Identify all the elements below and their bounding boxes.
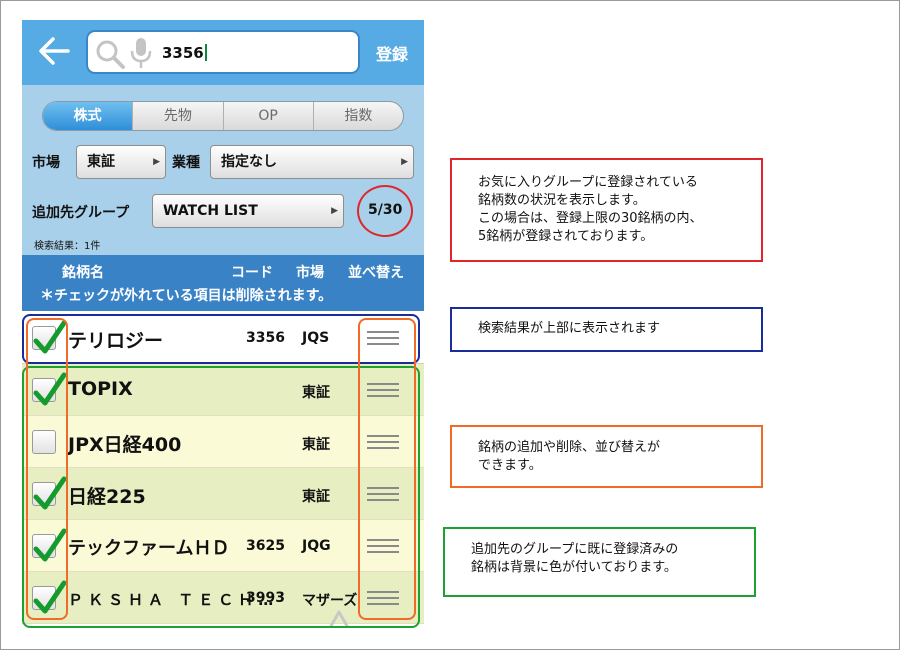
stock-name: TOPIX: [68, 378, 133, 400]
group-dropdown[interactable]: WATCH LIST ▶: [152, 194, 344, 228]
back-arrow-icon[interactable]: [36, 33, 72, 69]
table-row[interactable]: JPX日経400 東証: [22, 416, 424, 468]
check-icon: [33, 580, 67, 614]
check-icon: [33, 528, 67, 562]
table-row[interactable]: ＰＫＳＨＡ ＴＥＣＨ… 3993 マザーズ: [22, 572, 424, 624]
stock-market: 東証: [302, 437, 330, 453]
row-checkbox[interactable]: [32, 320, 67, 354]
row-checkbox[interactable]: [32, 430, 56, 454]
market-dropdown[interactable]: 東証 ▶: [76, 145, 166, 179]
column-market: 市場: [296, 265, 324, 281]
dropdown-arrow-icon: ▶: [401, 157, 408, 167]
delete-note: ＊チェックが外れている項目は削除されます。: [40, 288, 333, 304]
callout-search-result: 検索結果が上部に表示されます: [450, 307, 763, 352]
stock-market: 東証: [302, 385, 330, 401]
group-value: WATCH LIST: [163, 203, 258, 219]
drag-handle-icon[interactable]: [367, 383, 399, 397]
table-row[interactable]: テックファームＨＤ 3625 JQG: [22, 520, 424, 572]
table-row[interactable]: 日経225 東証: [22, 468, 424, 520]
drag-handle-icon[interactable]: [367, 591, 399, 605]
stock-code: 3356: [246, 330, 285, 346]
callout-edit-operations: 銘柄の追加や削除、並び替えが できます。: [450, 425, 763, 488]
app-screen: 3356 登録 株式 先物 OP 指数 市場 東証 ▶ 業種 指定なし ▶ 追加…: [22, 20, 424, 630]
search-value: 3356: [162, 44, 207, 62]
stock-name: テックファームＨＤ: [68, 538, 230, 559]
row-checkbox[interactable]: [32, 476, 67, 510]
category-tabs: 株式 先物 OP 指数: [42, 101, 404, 131]
column-code: コード: [231, 265, 273, 281]
stock-market: マザーズ: [302, 593, 358, 609]
tab-stocks[interactable]: 株式: [43, 102, 133, 130]
register-button[interactable]: 登録: [376, 41, 408, 65]
stock-market: JQG: [302, 538, 331, 554]
callout-count-explanation: お気に入りグループに登録されている 銘柄数の状況を表示します。 この場合は、登録…: [450, 158, 763, 262]
dropdown-arrow-icon: ▶: [153, 157, 160, 167]
table-row[interactable]: TOPIX 東証: [22, 364, 424, 416]
search-input[interactable]: 3356: [86, 30, 360, 74]
tab-futures[interactable]: 先物: [132, 102, 222, 130]
drag-handle-icon[interactable]: [367, 487, 399, 501]
drag-handle-icon[interactable]: [367, 435, 399, 449]
top-bar: 3356 登録: [22, 20, 424, 85]
column-name: 銘柄名: [62, 265, 104, 281]
check-icon: [33, 476, 67, 510]
row-checkbox[interactable]: [32, 580, 67, 614]
dropdown-arrow-icon: ▶: [331, 206, 338, 216]
tab-options[interactable]: OP: [222, 102, 313, 130]
stock-market: JQS: [302, 330, 330, 346]
row-checkbox[interactable]: [32, 528, 67, 562]
microphone-icon[interactable]: [130, 37, 152, 69]
check-icon: [33, 372, 67, 406]
sector-value: 指定なし: [221, 154, 277, 170]
stock-name: JPX日経400: [68, 434, 182, 456]
row-checkbox[interactable]: [32, 372, 67, 406]
check-icon: [33, 320, 67, 354]
filter-panel: 株式 先物 OP 指数 市場 東証 ▶ 業種 指定なし ▶ 追加先グループ WA…: [22, 85, 424, 255]
callout-registered-background: 追加先のグループに既に登録済みの 銘柄は背景に色が付いております。: [443, 527, 756, 597]
stock-code: 3625: [246, 538, 285, 554]
stock-name: テリロジー: [68, 330, 164, 352]
drag-handle-icon[interactable]: [367, 539, 399, 553]
text-caret: [204, 44, 207, 61]
drag-handle-icon[interactable]: [367, 331, 399, 345]
column-sort: 並べ替え: [348, 265, 404, 281]
table-row[interactable]: テリロジー 3356 JQS: [22, 312, 424, 364]
list-column-header: 銘柄名 コード 市場 並べ替え ＊チェックが外れている項目は削除されます。: [22, 255, 424, 311]
sector-dropdown[interactable]: 指定なし ▶: [210, 145, 414, 179]
scroll-up-icon[interactable]: [328, 608, 350, 628]
market-label: 市場: [32, 155, 60, 171]
stock-market: 東証: [302, 489, 330, 505]
tab-index[interactable]: 指数: [312, 102, 403, 130]
sector-label: 業種: [172, 155, 200, 171]
watchlist-count: 5/30: [368, 202, 403, 218]
result-count: 検索結果：1件: [34, 241, 101, 252]
stock-code: 3993: [246, 590, 285, 606]
stock-name: 日経225: [68, 486, 146, 508]
market-value: 東証: [87, 154, 115, 170]
search-icon: [96, 40, 125, 69]
group-label: 追加先グループ: [32, 205, 130, 221]
